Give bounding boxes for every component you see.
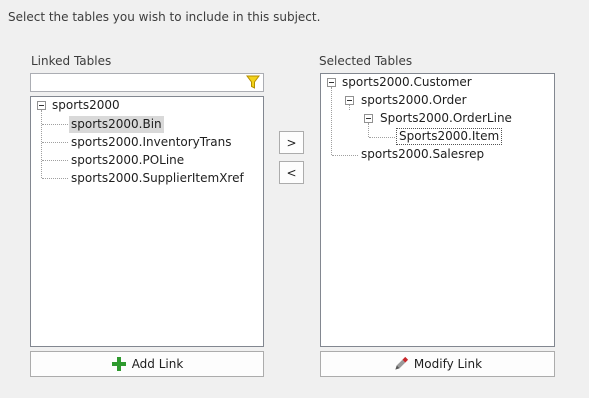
funnel-icon[interactable]: [246, 75, 260, 90]
tree-connector: [42, 142, 68, 143]
pencil-eraser-icon: [395, 356, 408, 370]
tree-node-item[interactable]: sports2000.SupplierItemXref: [69, 170, 246, 187]
selected-tables-label: Selected Tables: [319, 54, 413, 68]
tree-node-salesrep[interactable]: sports2000.Salesrep: [359, 146, 486, 163]
tree-node-root[interactable]: sports2000: [50, 97, 122, 114]
tree-node-item[interactable]: Sports2000.Item: [396, 128, 503, 145]
tree-connector: [332, 155, 358, 156]
collapse-icon[interactable]: [37, 101, 46, 110]
tree-connector: [41, 110, 42, 178]
tree-node-orderline[interactable]: Sports2000.OrderLine: [378, 110, 514, 127]
tree-connector: [42, 178, 68, 179]
modify-link-button[interactable]: Modify Link: [320, 351, 555, 377]
modify-link-label: Modify Link: [413, 357, 483, 371]
collapse-icon[interactable]: [345, 96, 354, 105]
tree-node-customer[interactable]: sports2000.Customer: [340, 74, 474, 91]
add-link-button[interactable]: Add Link: [30, 351, 264, 377]
linked-tables-label: Linked Tables: [31, 54, 112, 68]
tree-connector: [368, 123, 369, 137]
green-plus-icon: [111, 357, 126, 371]
collapse-icon[interactable]: [364, 114, 373, 123]
tree-connector: [369, 137, 395, 138]
add-table-button[interactable]: >: [279, 131, 304, 154]
tree-node-order[interactable]: sports2000.Order: [359, 92, 469, 109]
tree-connector: [42, 160, 68, 161]
instruction-text: Select the tables you wish to include in…: [8, 10, 321, 24]
tree-connector: [331, 87, 332, 155]
add-link-label: Add Link: [131, 357, 184, 371]
tree-connector: [349, 105, 350, 110]
tree-node-item[interactable]: sports2000.POLine: [69, 152, 186, 169]
linked-tables-tree[interactable]: sports2000 sports2000.Bin sports2000.Inv…: [30, 96, 264, 347]
selected-tables-tree[interactable]: sports2000.Customer sports2000.Order Spo…: [320, 73, 555, 347]
filter-input[interactable]: [31, 74, 245, 91]
tree-node-item[interactable]: sports2000.Bin: [69, 116, 164, 133]
filter-field[interactable]: [30, 73, 264, 92]
tree-node-item[interactable]: sports2000.InventoryTrans: [69, 134, 233, 151]
tree-connector: [42, 124, 68, 125]
remove-table-button[interactable]: <: [279, 161, 304, 184]
collapse-icon[interactable]: [327, 78, 336, 87]
